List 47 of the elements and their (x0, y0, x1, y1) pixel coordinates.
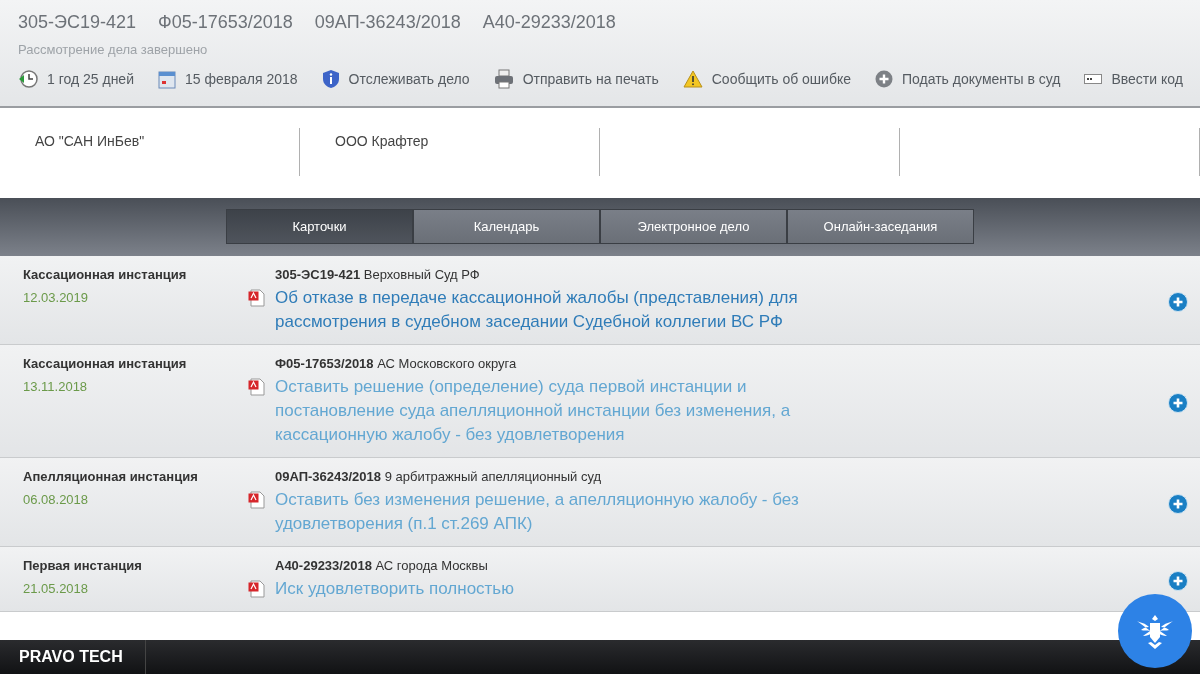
case-court: 305-ЭС19-421 Верховный Суд РФ (275, 267, 481, 282)
party-name: АО "САН ИнБев" (35, 133, 145, 149)
pdf-file-icon[interactable] (248, 289, 265, 307)
case-court: Ф05-17653/2018 АС Московского округа (275, 356, 518, 371)
instance-name: Кассационная инстанция (23, 356, 188, 371)
case-court: 09АП-36243/2018 9 арбитражный апелляционный суд (275, 469, 603, 484)
instance-name: Кассационная инстанция (23, 267, 188, 282)
clock-icon (18, 69, 38, 89)
case-number: 305-ЭС19-421 (18, 12, 136, 33)
case-number: Ф05-17653/2018 (158, 12, 293, 33)
tab[interactable]: Карточки (226, 209, 413, 244)
toolbar-action[interactable]: Подать документы в суд (875, 70, 1061, 88)
instance-date: 12.03.2019 (23, 290, 90, 305)
case-court: А40-29233/2018 АС города Москвы (275, 558, 489, 573)
expand-plus-icon[interactable] (1168, 571, 1188, 591)
toolbar-action[interactable]: 1 год 25 дней (18, 69, 134, 89)
instance-date: 06.08.2018 (23, 492, 90, 507)
case-status: Рассмотрение дела завершено (18, 42, 209, 57)
plus-circle-icon (875, 70, 893, 88)
toolbar-action[interactable]: 15 февраля 2018 (158, 69, 298, 89)
tab[interactable]: Календарь (413, 209, 600, 244)
instance-name: Первая инстанция (23, 558, 143, 573)
pdf-file-icon[interactable] (248, 491, 265, 509)
expand-plus-icon[interactable] (1168, 494, 1188, 514)
instance-date: 21.05.2018 (23, 581, 90, 596)
party-name: ООО Крафтер (335, 133, 429, 149)
keyboard-field-icon (1084, 74, 1103, 84)
instance-date: 13.11.2018 (23, 379, 89, 394)
shield-info-icon (321, 69, 340, 89)
expand-plus-icon[interactable] (1168, 393, 1188, 413)
case-number: А40-29233/2018 (482, 12, 616, 33)
printer-icon (493, 69, 514, 89)
warning-icon (682, 70, 703, 88)
toolbar-action[interactable]: Отслеживать дело (321, 69, 470, 89)
toolbar-action[interactable]: Ввести код (1084, 71, 1183, 87)
instance-name: Апелляционная инстанция (23, 469, 199, 484)
toolbar-action[interactable]: Отправить на печать (493, 69, 659, 89)
expand-plus-icon[interactable] (1168, 292, 1188, 312)
tab[interactable]: Электронное дело (600, 209, 787, 244)
pdf-file-icon[interactable] (248, 580, 265, 598)
case-number: 09АП-36243/2018 (314, 12, 461, 33)
toolbar-action[interactable]: Сообщить об ошибке (682, 70, 851, 88)
tab[interactable]: Онлайн-заседания (787, 209, 974, 244)
decision-link[interactable]: Об отказе в передаче кассационной жалобы (представления) для рассмотрения в судебном заседании Судебной коллегии ВС РФ (275, 286, 835, 334)
footer-brand: PRAVO TECH (0, 640, 146, 674)
pdf-file-icon[interactable] (248, 378, 265, 396)
calendar-icon (158, 69, 176, 89)
